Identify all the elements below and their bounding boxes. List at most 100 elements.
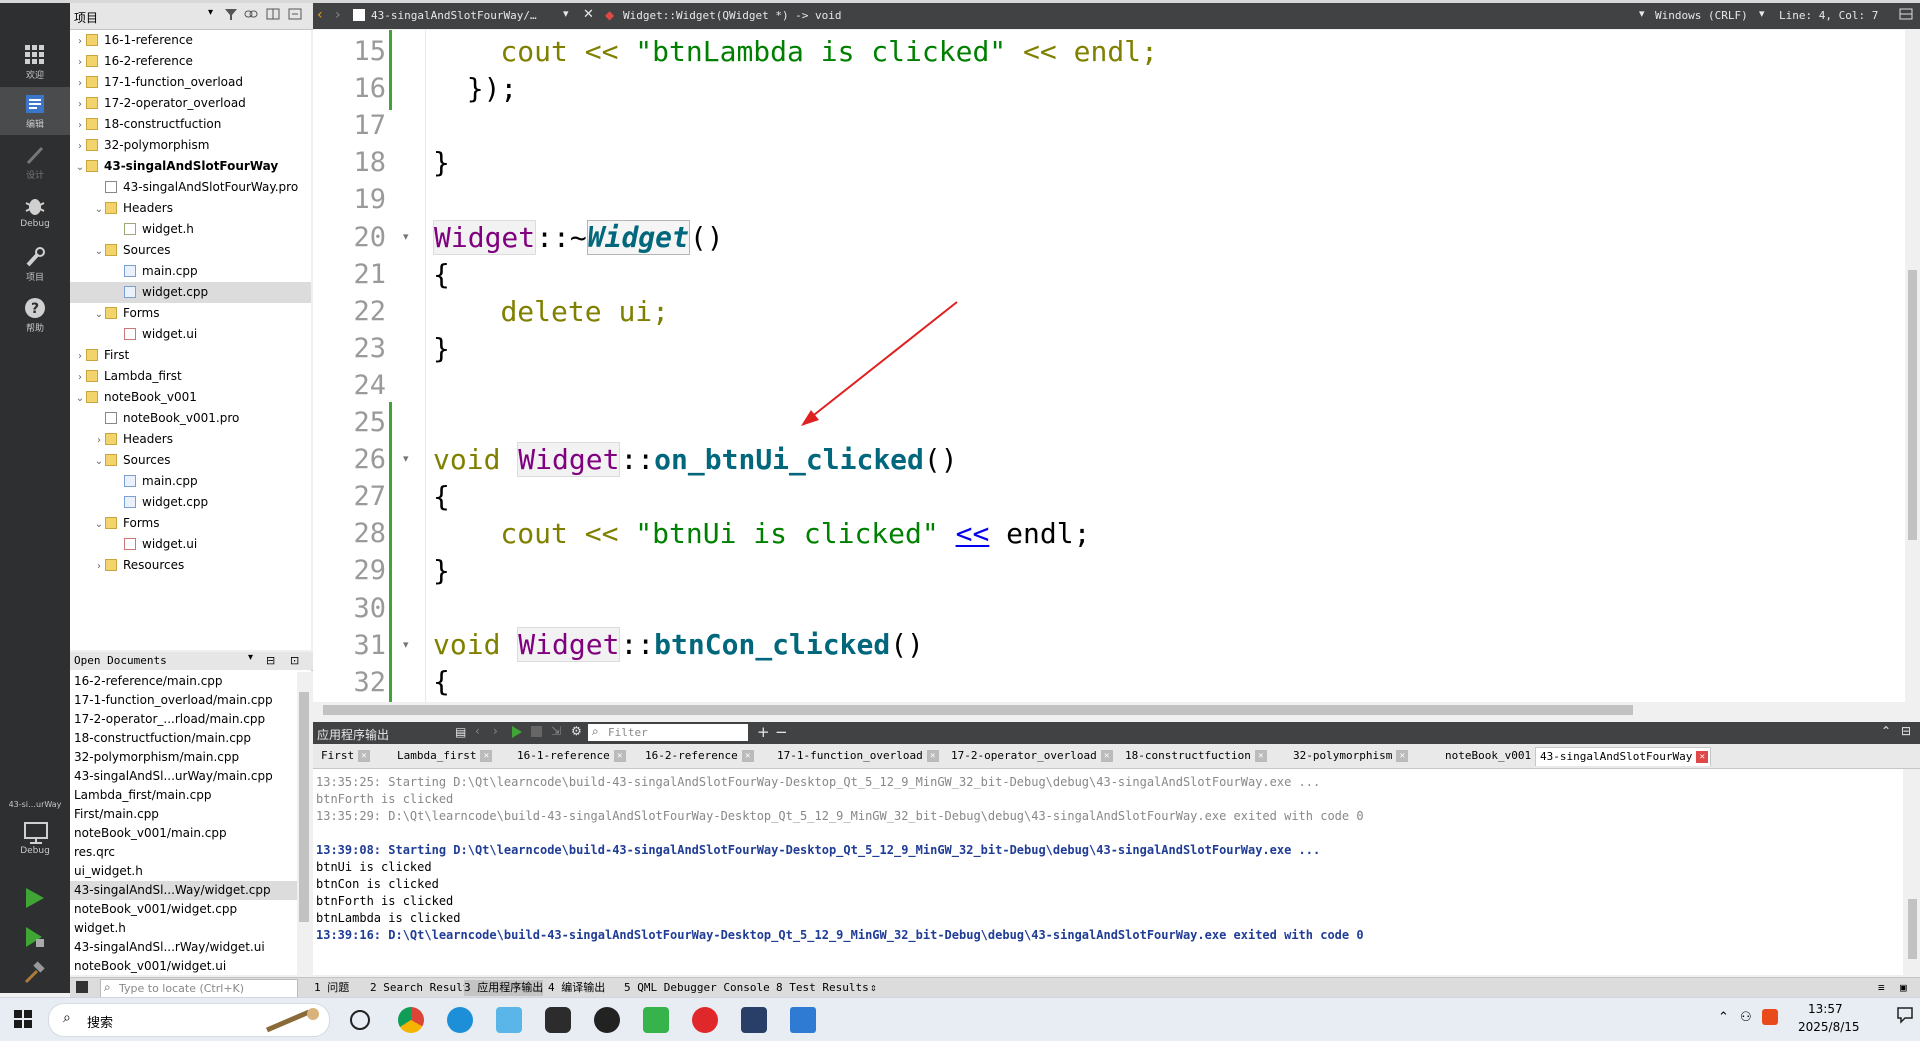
- output-tab[interactable]: 18-constructfuction ✕: [1121, 747, 1269, 765]
- prev-icon[interactable]: ‹: [475, 724, 480, 738]
- filter-icon[interactable]: [224, 7, 238, 24]
- tree-item[interactable]: main.cpp: [70, 471, 311, 492]
- mode-help[interactable]: ? 帮助: [0, 291, 70, 339]
- chrome-icon[interactable]: [398, 1007, 424, 1033]
- open-docs-close-icon[interactable]: ⊡: [290, 654, 299, 667]
- task-view-icon[interactable]: [350, 1010, 370, 1030]
- output-toggle-icon[interactable]: ▣: [1900, 980, 1907, 996]
- locator-input[interactable]: ⌕ Type to locate (Ctrl+K): [100, 979, 298, 998]
- pane-test-results[interactable]: 8 Test Results: [776, 980, 869, 996]
- output-scroll-thumb[interactable]: [1908, 899, 1917, 959]
- next-icon[interactable]: ›: [493, 724, 498, 738]
- open-doc-item[interactable]: 43-singalAndSl...urWay/main.cpp: [74, 767, 273, 786]
- tree-item[interactable]: › 18-constructfuction: [70, 114, 311, 135]
- pane-issues[interactable]: 1 问题: [314, 980, 349, 996]
- taskbar-search-box[interactable]: ⌕ 搜索: [48, 1003, 330, 1037]
- collapse-arrow-icon[interactable]: ›: [74, 31, 86, 52]
- output-tab[interactable]: 17-1-function_overload ✕: [773, 747, 941, 765]
- pane-more-icon[interactable]: ⇕: [870, 980, 877, 996]
- tree-item[interactable]: widget.ui: [70, 534, 311, 555]
- settings-gear-icon[interactable]: ⚙: [571, 724, 582, 738]
- tree-item[interactable]: widget.ui: [70, 324, 311, 345]
- editor-vscrollbar[interactable]: [1905, 30, 1920, 702]
- line-ending-label[interactable]: Windows (CRLF): [1655, 9, 1748, 22]
- edge-icon[interactable]: [447, 1007, 473, 1033]
- tree-item[interactable]: ⌄ noteBook_v001: [70, 387, 311, 408]
- tree-item[interactable]: › First: [70, 345, 311, 366]
- rerun-button[interactable]: [511, 725, 523, 742]
- output-tab[interactable]: 43-singalAndSlotFourWay ✕: [1535, 747, 1712, 766]
- close-file-icon[interactable]: ✕: [583, 7, 594, 22]
- clock-time[interactable]: 13:57: [1808, 1002, 1843, 1016]
- window-app-icon[interactable]: [790, 1007, 816, 1033]
- expand-arrow-icon[interactable]: ⌄: [93, 199, 105, 220]
- stop-button[interactable]: [531, 726, 542, 737]
- expand-arrow-icon[interactable]: ⌄: [74, 157, 86, 178]
- expand-arrow-icon[interactable]: ⌄: [93, 241, 105, 262]
- cursor-position-label[interactable]: Line: 4, Col: 7: [1779, 9, 1878, 22]
- output-tab[interactable]: 32-polymorphism ✕: [1289, 747, 1410, 765]
- open-doc-item[interactable]: 43-singalAndSl...rWay/widget.ui: [74, 938, 265, 957]
- tree-item[interactable]: widget.h: [70, 219, 311, 240]
- close-tab-icon[interactable]: ✕: [741, 750, 754, 762]
- tree-item[interactable]: widget.cpp: [70, 492, 311, 513]
- editor-hscrollbar[interactable]: [313, 702, 1905, 718]
- collapse-arrow-icon[interactable]: ›: [93, 556, 105, 577]
- collapse-arrow-icon[interactable]: ›: [74, 115, 86, 136]
- tree-item[interactable]: › 16-2-reference: [70, 51, 311, 72]
- close-tab-icon[interactable]: ✕: [926, 750, 939, 762]
- attach-debugger-icon[interactable]: ⇲: [551, 724, 561, 738]
- notification-icon[interactable]: [1896, 1006, 1916, 1026]
- tree-item[interactable]: 43-singalAndSlotFourWay.pro: [70, 177, 311, 198]
- forward-icon[interactable]: ›: [335, 7, 341, 23]
- open-doc-item[interactable]: noteBook_v001/widget.cpp: [74, 900, 237, 919]
- code-editor[interactable]: 15 16 17 18 19 20 ▾ 21 22 23 24 25 26 ▾ 27 28 29 30 31 ▾ 32 …: [313, 30, 1905, 702]
- split-icon[interactable]: [266, 8, 280, 23]
- tree-item[interactable]: noteBook_v001.pro: [70, 408, 311, 429]
- expand-arrow-icon[interactable]: ⌄: [93, 514, 105, 535]
- collapse-arrow-icon[interactable]: ›: [74, 346, 86, 367]
- close-tab-icon[interactable]: ✕: [1396, 750, 1409, 762]
- tree-item[interactable]: ⌄ Sources: [70, 450, 311, 471]
- file-dropdown-icon[interactable]: ▾: [563, 7, 569, 20]
- clock-date[interactable]: 2025/8/15: [1798, 1020, 1860, 1034]
- output-tab[interactable]: 16-2-reference ✕: [641, 747, 756, 765]
- expand-arrow-icon[interactable]: ⌄: [93, 451, 105, 472]
- collapse-arrow-icon[interactable]: ›: [74, 52, 86, 73]
- qq-icon[interactable]: [594, 1007, 620, 1033]
- tree-item[interactable]: ⌄ Forms: [70, 303, 311, 324]
- tree-item[interactable]: ⌄ Forms: [70, 513, 311, 534]
- open-doc-item[interactable]: 32-polymorphism/main.cpp: [74, 748, 239, 767]
- line-ending-dropdown-icon[interactable]: ▾: [1639, 7, 1645, 20]
- tree-item[interactable]: › Headers: [70, 429, 311, 450]
- tree-item[interactable]: › 32-polymorphism: [70, 135, 311, 156]
- qt-icon[interactable]: [643, 1007, 669, 1033]
- sidebar-toggle-icon[interactable]: [76, 981, 88, 993]
- output-tab[interactable]: Lambda_first ✕: [393, 747, 494, 765]
- tree-item[interactable]: › 17-1-function_overload: [70, 72, 311, 93]
- tree-item[interactable]: ⌄ 43-singalAndSlotFourWay: [70, 156, 311, 177]
- maximize-pane-icon[interactable]: ⌃: [1881, 724, 1891, 738]
- open-docs-split-icon[interactable]: ⊟: [266, 654, 275, 667]
- tray-app-icon[interactable]: ⚇: [1740, 1010, 1752, 1025]
- close-tab-icon[interactable]: ✕: [613, 750, 626, 762]
- build-button[interactable]: [22, 961, 46, 988]
- mode-welcome[interactable]: 欢迎: [0, 38, 70, 86]
- filter-input[interactable]: ⌕ Filter: [588, 724, 748, 741]
- kit-selector[interactable]: Debug: [0, 816, 70, 868]
- progress-icon[interactable]: ≡: [1878, 980, 1885, 996]
- open-doc-item[interactable]: widget.h: [74, 919, 126, 938]
- tree-item[interactable]: › 16-1-reference: [70, 30, 311, 51]
- collapse-arrow-icon[interactable]: ›: [74, 367, 86, 388]
- collapse-arrow-icon[interactable]: ›: [74, 136, 86, 157]
- files-icon[interactable]: [496, 1007, 522, 1033]
- symbol-label[interactable]: Widget::Widget(QWidget *) -> void: [623, 9, 842, 22]
- tray-chevron-icon[interactable]: ⌃: [1718, 1010, 1729, 1025]
- pane-app-output[interactable]: 3 应用程序输出: [464, 980, 544, 996]
- collapse-arrow-icon[interactable]: ›: [74, 94, 86, 115]
- collapse-arrow-icon[interactable]: ›: [74, 73, 86, 94]
- pane-search-results[interactable]: 2 Search Results: [370, 980, 476, 996]
- app-icon[interactable]: [741, 1007, 767, 1033]
- open-doc-item[interactable]: Lambda_first/main.cpp: [74, 786, 211, 805]
- tree-item[interactable]: › Resources: [70, 555, 311, 576]
